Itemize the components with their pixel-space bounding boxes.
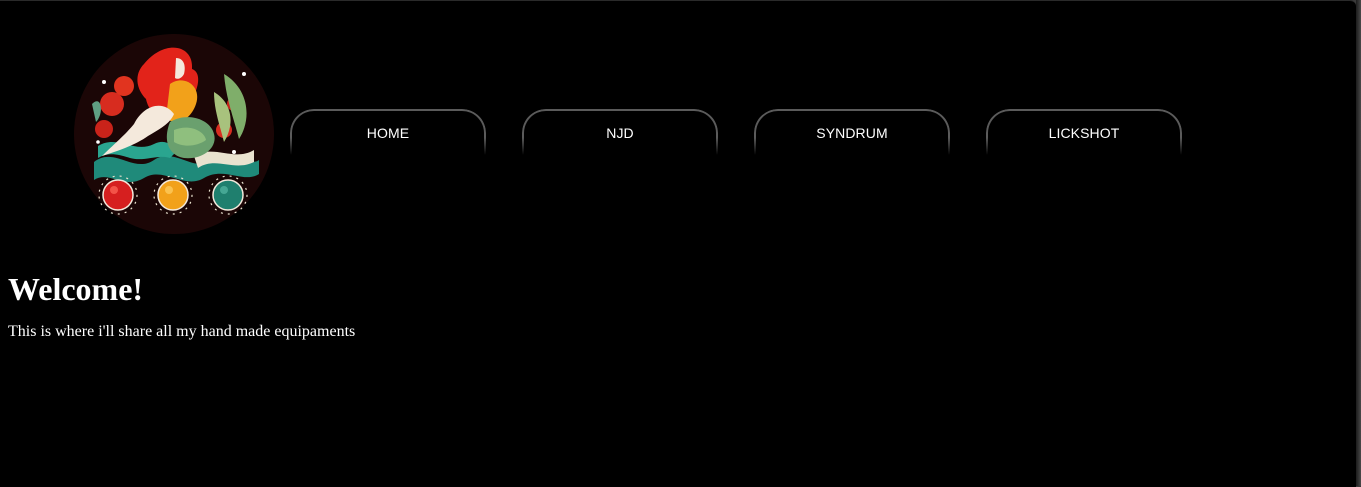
browser-viewport: HOME NJD SYNDRUM LICKSHOT Welcome! This …	[0, 0, 1356, 487]
intro-text: This is where i'll share all my hand mad…	[8, 323, 356, 340]
page-title: Welcome!	[8, 271, 144, 307]
mermaid-logo-icon	[74, 34, 274, 234]
main-content: Welcome! This is where i'll share all my…	[8, 263, 355, 341]
nav-item-njd[interactable]: NJD	[522, 109, 718, 155]
indicator-lights	[98, 175, 248, 215]
site-header: HOME NJD SYNDRUM LICKSHOT	[0, 1, 1356, 241]
window-scrollbar-edge[interactable]	[1356, 0, 1361, 486]
site-logo[interactable]	[74, 34, 274, 234]
nav-item-home[interactable]: HOME	[290, 109, 486, 155]
nav-item-lickshot[interactable]: LICKSHOT	[986, 109, 1182, 155]
nav-item-syndrum[interactable]: SYNDRUM	[754, 109, 950, 155]
